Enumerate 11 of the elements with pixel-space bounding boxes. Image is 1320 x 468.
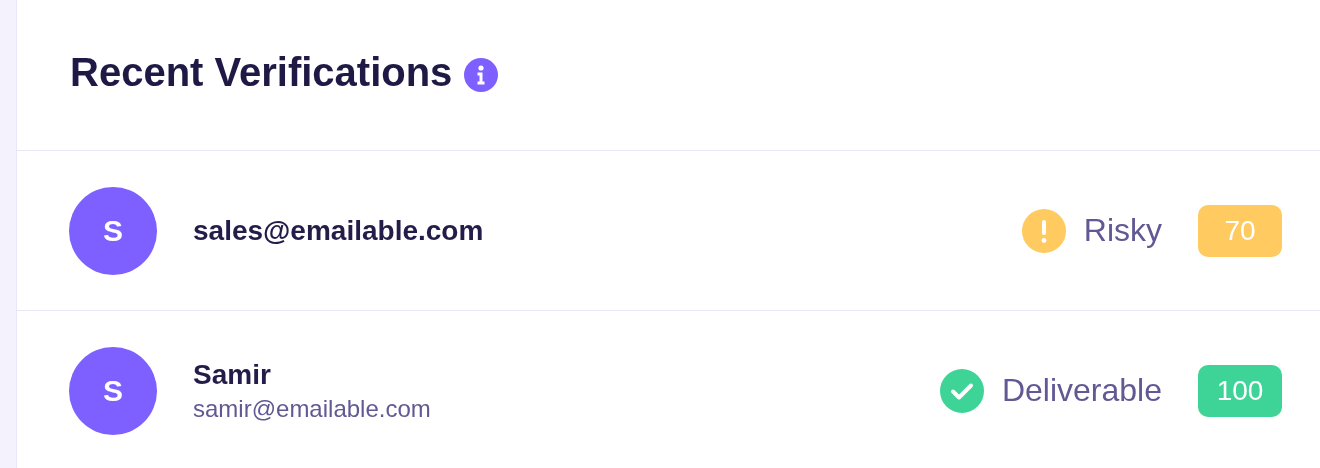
score-badge: 100 xyxy=(1198,364,1282,417)
email-address: sales@emailable.com xyxy=(193,214,485,247)
email-address: samir@emailable.com xyxy=(193,394,432,423)
avatar: S xyxy=(69,346,157,435)
info-icon[interactable] xyxy=(464,58,499,92)
status-label: Risky xyxy=(1083,212,1162,249)
score-badge: 70 xyxy=(1198,204,1282,257)
contact-name: Samir xyxy=(193,358,272,391)
status-label: Deliverable xyxy=(1001,372,1162,409)
panel-title: Recent Verifications xyxy=(70,49,453,96)
avatar: S xyxy=(69,186,157,275)
